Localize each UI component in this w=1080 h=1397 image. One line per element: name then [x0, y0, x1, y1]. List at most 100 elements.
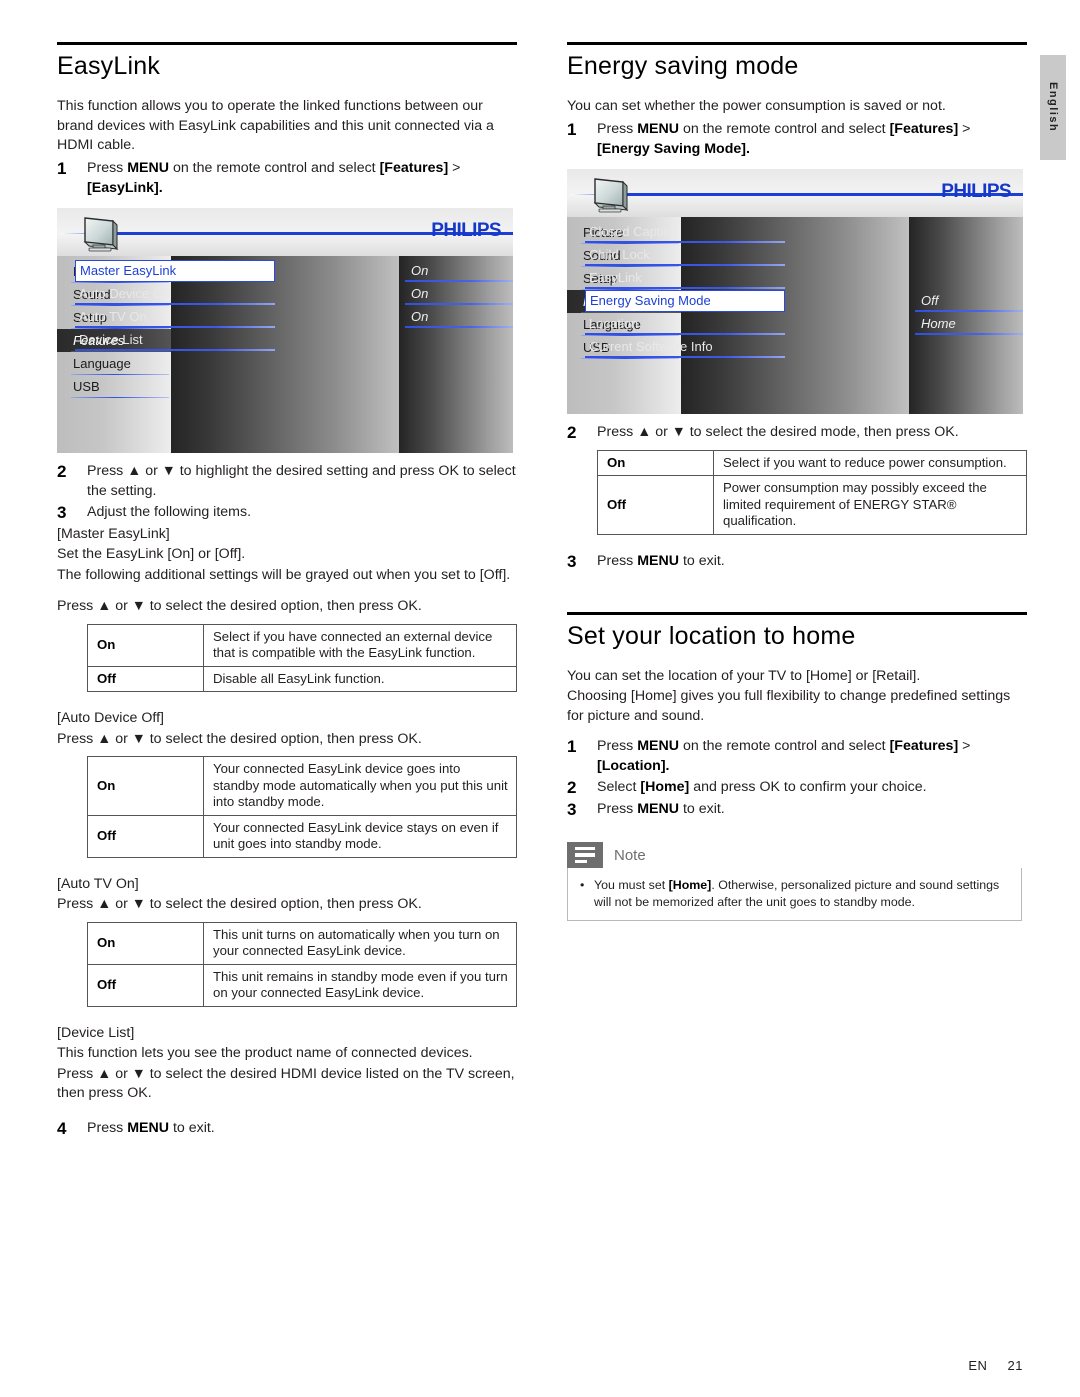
- features-token: [Features]: [889, 738, 959, 754]
- osd-menu-item-device-list[interactable]: Device List: [75, 329, 275, 351]
- osd-sidebar-item-usb[interactable]: USB: [57, 375, 171, 398]
- osd-menu-label: EasyLink: [589, 269, 642, 285]
- energy-step-2: 2 Press ▲ or ▼ to select the desired mod…: [567, 422, 1027, 443]
- divider: [71, 396, 169, 398]
- home-token: [Home]: [668, 878, 712, 892]
- osd-menu-label: Location: [589, 315, 639, 331]
- features-token: [Features]: [379, 159, 449, 176]
- philips-logo: PHILIPS: [941, 180, 1011, 202]
- osd-menu-label: Auto TV On: [79, 308, 147, 324]
- table-cell-key: On: [597, 449, 714, 476]
- table-cell-key: On: [87, 756, 204, 816]
- master-easylink-heading: [Master EasyLink]: [57, 525, 170, 542]
- menu-key-label: MENU: [637, 552, 679, 569]
- device-list-heading: [Device List]: [57, 1024, 135, 1041]
- step-text-b: and press OK to confirm your choice.: [689, 779, 927, 795]
- table-cell-desc: Power consumption may possibly exceed th…: [713, 475, 1027, 535]
- table-cell-key: Off: [87, 963, 204, 1007]
- osd-value-energy-saving-mode: Off: [915, 290, 1023, 312]
- master-easylink-line-1: Set the EasyLink [On] or [Off].: [57, 546, 246, 562]
- osd-sidebar-item-language[interactable]: Language: [57, 352, 171, 375]
- table-cell-key: On: [87, 623, 204, 667]
- osd-menu-item-master-easylink[interactable]: Master EasyLink: [75, 259, 275, 282]
- set-location-intro-2: Choosing [Home] gives you full flexibili…: [567, 688, 1011, 724]
- section-rule: [567, 42, 1027, 45]
- note-box: Note • You must set [Home]. Otherwise, p…: [567, 842, 1022, 921]
- step-number: 2: [567, 422, 577, 442]
- osd-value-master-easylink: On: [405, 260, 513, 282]
- osd-menu-item-location[interactable]: Location: [585, 313, 785, 335]
- step-number: 2: [567, 778, 577, 797]
- note-title: Note: [614, 846, 646, 864]
- page-footer: EN 21: [968, 1358, 1023, 1373]
- osd-menu-item-energy-saving-mode[interactable]: Energy Saving Mode: [585, 289, 785, 312]
- step-number: 1: [567, 737, 577, 756]
- step-text-b: to exit.: [169, 1119, 215, 1136]
- osd-menu-label: Child Lock: [589, 246, 650, 262]
- features-token: [Features]: [889, 120, 959, 137]
- osd-menu-item-easylink[interactable]: EasyLink: [585, 267, 785, 289]
- footer-page-number: 21: [1007, 1358, 1023, 1373]
- table-row: On Your connected EasyLink device goes i…: [87, 756, 517, 816]
- step-text: Select [Home] and press OK to confirm yo…: [597, 777, 927, 798]
- tv-osd-easylink: PHILIPS Picture Sound Setup Features Lan…: [57, 207, 513, 453]
- step-text-b: on the remote control and select: [679, 738, 890, 754]
- divider: [915, 309, 1023, 312]
- menu-key-label: MENU: [127, 159, 169, 176]
- table-cell-key: Off: [87, 665, 204, 692]
- osd-menu-label: Energy Saving Mode: [590, 292, 711, 308]
- device-list-line-2: Press ▲ or ▼ to select the desired HDMI …: [57, 1065, 515, 1102]
- press-select-option-auto-tv-on: Press ▲ or ▼ to select the desired optio…: [57, 896, 422, 912]
- osd-menu-item-closed-caption[interactable]: Closed Caption: [585, 221, 785, 243]
- table-row: On Select if you have connected an exter…: [87, 623, 517, 667]
- osd-menu-item-auto-device-off[interactable]: Auto Device Off: [75, 283, 275, 305]
- section-title-energy-saving: Energy saving mode: [567, 52, 799, 80]
- divider: [585, 240, 785, 243]
- auto-tv-on-heading: [Auto TV On]: [57, 875, 139, 892]
- step-text-b: on the remote control and select: [679, 120, 890, 137]
- osd-value-auto-device-off: On: [405, 283, 513, 305]
- step-text-a: Press: [597, 801, 638, 817]
- table-row: On This unit turns on automatically when…: [87, 921, 517, 965]
- location-step-2: 2 Select [Home] and press OK to confirm …: [567, 777, 1027, 798]
- divider: [405, 279, 513, 282]
- step-text-a: Press: [597, 120, 638, 137]
- note-icon-bar: [575, 859, 587, 864]
- tv-icon: [593, 177, 629, 212]
- step-text: Press MENU on the remote control and sel…: [597, 736, 1027, 776]
- osd-value-label: On: [411, 285, 429, 301]
- location-step-1: 1 Press MENU on the remote control and s…: [567, 736, 1027, 776]
- table-auto-tv-on: On This unit turns on automatically when…: [87, 921, 517, 1007]
- divider: [75, 348, 275, 351]
- easylink-step-1: 1 Press MENU on the remote control and s…: [57, 158, 517, 198]
- tv-icon: [83, 216, 119, 251]
- footer-language-code: EN: [968, 1358, 988, 1373]
- osd-sidebar-label: USB: [73, 378, 100, 394]
- osd-value-location: Home: [915, 313, 1023, 335]
- osd-value-auto-tv-on: On: [405, 306, 513, 328]
- bullet-glyph: •: [580, 878, 585, 892]
- table-cell-desc: Select if you want to reduce power consu…: [713, 449, 1027, 476]
- table-cell-key: On: [87, 921, 204, 965]
- table-row: Off Your connected EasyLink device stays…: [87, 814, 517, 858]
- osd-body: Picture Sound Setup Features Language US…: [567, 216, 1023, 414]
- table-row: Off Power consumption may possibly excee…: [597, 475, 1027, 535]
- osd-value-label: On: [411, 262, 429, 278]
- step-text: Press MENU on the remote control and sel…: [597, 119, 1027, 159]
- divider: [585, 263, 785, 266]
- table-cell-desc: This unit turns on automatically when yo…: [203, 921, 517, 965]
- osd-value-label: Home: [921, 315, 956, 331]
- osd-menu-item-child-lock[interactable]: Child Lock: [585, 244, 785, 266]
- osd-value-label: On: [411, 308, 429, 324]
- note-icon-bar: [575, 846, 595, 851]
- osd-menu-item-auto-tv-on[interactable]: Auto TV On: [75, 306, 275, 328]
- osd-menu-item-current-software-info[interactable]: Current Software Info: [585, 336, 785, 358]
- osd-body: Picture Sound Setup Features Language US…: [57, 255, 513, 453]
- note-header: Note: [567, 842, 1022, 868]
- table-row: On Select if you want to reduce power co…: [597, 449, 1027, 476]
- osd-menu-label: Closed Caption: [589, 223, 678, 239]
- step-number: 1: [57, 158, 67, 178]
- osd-header: PHILIPS: [57, 207, 513, 256]
- energy-step-3: 3 Press MENU to exit.: [567, 551, 1027, 572]
- osd-menu-label: Current Software Info: [589, 338, 713, 354]
